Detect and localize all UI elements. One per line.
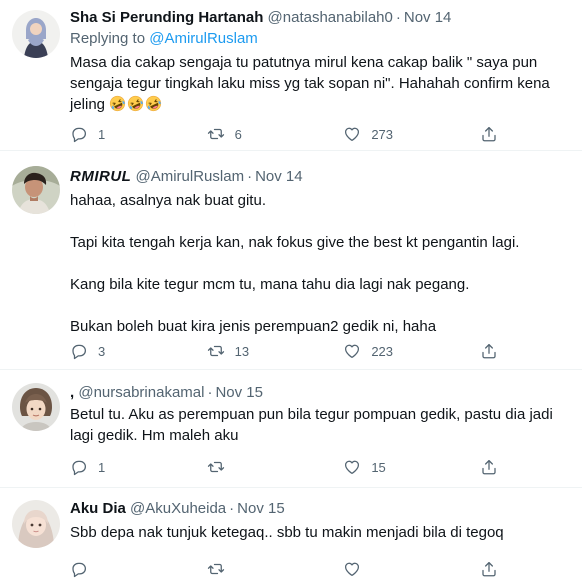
tweet[interactable]: , @nursabrinakamal · Nov 15 Betul tu. Aku …	[0, 371, 582, 488]
reply-button[interactable]	[70, 559, 160, 579]
rofl-emoji-icon	[145, 95, 162, 112]
heart-icon	[343, 458, 361, 476]
tweet-text-line: Sbb depa nak tunjuk ketegaq.. sbb tu mak…	[70, 524, 504, 541]
user-handle[interactable]: @natashanabilah0	[268, 9, 393, 26]
reply-bubble-icon	[70, 560, 88, 578]
tweet-text: hahaa, asalnya nak buat gitu. Tapi kita …	[70, 190, 570, 337]
display-name[interactable]: Aku Dia	[70, 500, 126, 517]
tweet-actions: 1 6 273	[70, 124, 500, 144]
like-button[interactable]: 15	[343, 457, 433, 477]
like-count: 15	[371, 459, 386, 475]
like-button[interactable]: 273	[343, 124, 433, 144]
separator-dot: ·	[229, 500, 235, 517]
user-handle[interactable]: @nursabrinakamal	[78, 384, 204, 401]
separator-dot: ·	[247, 168, 253, 185]
tweet-text-line: lagi gedik. Hm maleh aku	[70, 427, 239, 444]
user-handle[interactable]: @AmirulRuslam	[136, 168, 245, 185]
tweet-text: Masa dia cakap sengaja tu patutnya mirul…	[70, 52, 570, 115]
separator-dot: ·	[395, 9, 401, 26]
retweet-icon	[207, 458, 225, 476]
tweet-date[interactable]: Nov 14	[404, 9, 452, 26]
share-icon	[480, 458, 498, 476]
tweet-text: Betul tu. Aku as perempuan pun bila tegu…	[70, 404, 570, 446]
heart-icon	[343, 342, 361, 360]
avatar[interactable]	[12, 500, 60, 548]
tweet[interactable]: Sha Si Perunding Hartanah @natashanabila…	[0, 0, 582, 151]
share-button[interactable]	[480, 559, 500, 579]
tweet-text-line	[70, 253, 570, 274]
replying-to-mention[interactable]: @AmirulRuslam	[149, 30, 258, 47]
tweet-text-line: Masa dia cakap sengaja tu patutnya mirul…	[70, 54, 538, 71]
reply-count: 1	[98, 126, 106, 142]
tweet-header: RMIRUL @AmirulRuslam · Nov 14	[70, 167, 303, 187]
display-name[interactable]: RMIRUL	[70, 168, 131, 185]
display-name[interactable]: Sha Si Perunding Hartanah	[70, 9, 263, 26]
tweet-text-line: Bukan boleh buat kira jenis perempuan2 g…	[70, 318, 437, 335]
share-icon	[480, 342, 498, 360]
tweet-text-line	[70, 295, 570, 316]
like-button[interactable]	[343, 559, 433, 579]
tweet-text-line: jeling	[70, 94, 570, 115]
rofl-emoji-icon	[127, 95, 144, 112]
tweet-date[interactable]: Nov 15	[237, 500, 285, 517]
avatar[interactable]	[12, 383, 60, 431]
share-icon	[480, 125, 498, 143]
tweet-actions: 1 15	[70, 457, 500, 477]
display-name[interactable]: ,	[70, 384, 74, 401]
retweet-button[interactable]	[207, 457, 297, 477]
user-handle[interactable]: @AkuXuheida	[130, 500, 226, 517]
rofl-emoji-icon	[109, 95, 126, 112]
like-count: 273	[371, 126, 394, 142]
reply-button[interactable]: 1	[70, 457, 160, 477]
tweet-text: Sbb depa nak tunjuk ketegaq.. sbb tu mak…	[70, 522, 570, 543]
tweet-text-line-content: jeling	[70, 96, 106, 113]
tweet[interactable]: Aku Dia @AkuXuheida · Nov 15 Sbb depa nak …	[0, 489, 582, 585]
reply-bubble-icon	[70, 342, 88, 360]
reply-bubble-icon	[70, 125, 88, 143]
avatar[interactable]	[12, 166, 60, 214]
retweet-icon	[207, 125, 225, 143]
tweet-header: Sha Si Perunding Hartanah @natashanabila…	[70, 8, 451, 28]
tweet-text-line: hahaa, asalnya nak buat gitu.	[70, 192, 266, 209]
reply-button[interactable]: 3	[70, 341, 160, 361]
tweet-text-line: sengaja tegur tingkah laku miss yg tak s…	[70, 75, 550, 92]
tweet-text-line	[70, 211, 570, 232]
tweet-text-line: Tapi kita tengah kerja kan, nak fokus gi…	[70, 234, 520, 251]
retweet-count: 13	[234, 343, 250, 359]
retweet-count: 6	[234, 126, 242, 142]
tweet[interactable]: RMIRUL @AmirulRuslam · Nov 14 hahaa, asaln…	[0, 152, 582, 370]
rolling-on-floor-laughing-emoji	[109, 96, 163, 113]
heart-icon	[343, 560, 361, 578]
reply-button[interactable]: 1	[70, 124, 160, 144]
tweet-text-line: Kang bila kite tegur mcm tu, mana tahu d…	[70, 276, 470, 293]
retweet-icon	[207, 342, 225, 360]
separator-dot: ·	[207, 384, 213, 401]
tweet-date[interactable]: Nov 15	[215, 384, 263, 401]
replying-to-label: Replying to	[70, 30, 146, 47]
retweet-button[interactable]: 13	[207, 341, 297, 361]
tweet-header: Aku Dia @AkuXuheida · Nov 15	[70, 499, 285, 519]
reply-bubble-icon	[70, 458, 88, 476]
like-button[interactable]: 223	[343, 341, 433, 361]
share-button[interactable]	[480, 341, 500, 361]
heart-icon	[343, 125, 361, 143]
tweet-date[interactable]: Nov 14	[255, 168, 303, 185]
retweet-button[interactable]	[207, 559, 297, 579]
share-button[interactable]	[480, 457, 500, 477]
tweet-actions	[70, 559, 500, 579]
replying-to: Replying to @AmirulRuslam	[70, 29, 258, 49]
reply-count: 1	[98, 459, 106, 475]
retweet-icon	[207, 560, 225, 578]
tweet-text-line: Betul tu. Aku as perempuan pun bila tegu…	[70, 406, 553, 423]
reply-count: 3	[98, 343, 106, 359]
avatar[interactable]	[12, 10, 60, 58]
share-button[interactable]	[480, 124, 500, 144]
share-icon	[480, 560, 498, 578]
tweet-header: , @nursabrinakamal · Nov 15	[70, 383, 263, 403]
tweet-actions: 3 13 223	[70, 341, 500, 361]
retweet-button[interactable]: 6	[207, 124, 297, 144]
like-count: 223	[371, 343, 394, 359]
